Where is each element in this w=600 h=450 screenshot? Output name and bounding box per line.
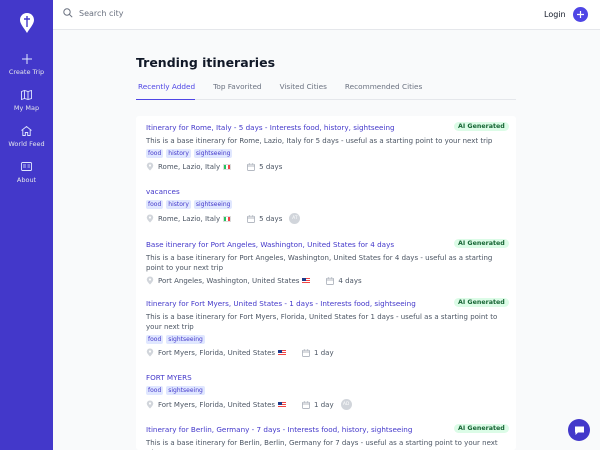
ai-generated-badge: AI Generated (454, 298, 509, 307)
itinerary-duration: 5 days (259, 162, 283, 171)
location-pin-icon (146, 214, 154, 223)
sidebar-item-my-map[interactable]: My Map (0, 86, 53, 114)
us-flag-icon (278, 349, 287, 356)
itinerary-duration: 1 day (314, 400, 334, 409)
itinerary-meta: Port Angeles, Washington, United States … (146, 276, 362, 285)
itinerary-meta: Fort Myers, Florida, United States 1 day (146, 348, 334, 357)
itinerary-title[interactable]: Base itinerary for Port Angeles, Washing… (146, 240, 394, 249)
itinerary-card[interactable]: Itinerary for Berlin, Germany - 7 days -… (136, 424, 516, 450)
us-flag-icon (278, 401, 287, 408)
itinerary-meta: Rome, Lazio, Italy 5 days (146, 162, 282, 171)
avatar[interactable]: AD (340, 399, 352, 410)
itinerary-card[interactable]: Base itinerary for Port Angeles, Washing… (136, 239, 516, 290)
itinerary-title[interactable]: Itinerary for Fort Myers, United States … (146, 299, 416, 308)
tag[interactable]: sightseeing (166, 335, 205, 344)
itinerary-location: Fort Myers, Florida, United States (158, 400, 276, 409)
chat-bubble-icon (574, 426, 584, 435)
sidebar-item-label: Create Trip (8, 67, 45, 76)
itinerary-location: Port Angeles, Washington, United States (158, 276, 300, 285)
itinerary-title[interactable]: Itinerary for Rome, Italy - 5 days - Int… (146, 123, 395, 132)
sidebar-item-label: About (16, 175, 37, 184)
tag[interactable]: food (146, 149, 164, 158)
itinerary-title[interactable]: FORT MYERS (146, 373, 192, 382)
tag[interactable]: food (146, 335, 164, 344)
tag[interactable]: history (166, 149, 191, 158)
itinerary-location: Rome, Lazio, Italy (158, 214, 221, 223)
itinerary-description: This is a base itinerary for Berlin, Ber… (146, 439, 498, 450)
tag[interactable]: sightseeing (193, 149, 233, 158)
itinerary-card[interactable]: Itinerary for Fort Myers, United States … (136, 298, 516, 359)
itinerary-description: This is a base itinerary for Rome, Lazio… (146, 137, 493, 145)
login-link[interactable]: Login (544, 10, 566, 19)
plus-icon (577, 11, 584, 18)
us-flag-icon (302, 277, 311, 284)
ai-generated-badge: AI Generated (454, 122, 509, 131)
chat-button[interactable] (568, 419, 590, 441)
sidebar-item-create-trip[interactable]: Create Trip (0, 50, 53, 78)
tag[interactable]: history (166, 200, 191, 209)
location-pin-icon (146, 276, 154, 285)
search-input[interactable] (79, 8, 279, 18)
location-pin-icon (146, 400, 154, 409)
itinerary-duration: 4 days (338, 276, 362, 285)
search-bar[interactable] (63, 8, 279, 18)
calendar-icon (247, 214, 255, 223)
tag[interactable]: food (146, 200, 164, 209)
tag-list: food sightseeing (146, 386, 208, 395)
map-icon (21, 89, 33, 101)
tab-visited-cities[interactable]: Visited Cities (280, 78, 327, 100)
logo-pin-icon (19, 13, 34, 33)
calendar-icon (247, 162, 255, 171)
location-pin-icon (146, 162, 154, 171)
itinerary-location: Rome, Lazio, Italy (158, 162, 221, 171)
itinerary-card[interactable]: Itinerary for Rome, Italy - 5 days - Int… (136, 122, 516, 183)
italy-flag-icon (223, 163, 232, 170)
tag[interactable]: food (146, 386, 164, 395)
tab-top-favorited[interactable]: Top Favorited (213, 78, 261, 100)
calendar-icon (302, 400, 310, 409)
tag[interactable]: sightseeing (193, 200, 233, 209)
itinerary-description: This is a base itinerary for Port Angele… (146, 254, 493, 272)
calendar-icon (326, 276, 335, 285)
calendar-icon (302, 348, 310, 357)
italy-flag-icon (223, 215, 232, 222)
itinerary-title[interactable]: Itinerary for Berlin, Germany - 7 days -… (146, 425, 412, 434)
top-header: Login (53, 0, 600, 30)
home-icon (21, 125, 33, 137)
itinerary-list: Itinerary for Rome, Italy - 5 days - Int… (136, 116, 516, 450)
main-content: Trending itineraries Recently Added Top … (53, 30, 600, 450)
location-pin-icon (146, 348, 154, 357)
itinerary-location: Fort Myers, Florida, United States (158, 348, 276, 357)
search-icon (63, 8, 73, 18)
tab-recently-added[interactable]: Recently Added (136, 78, 196, 100)
itinerary-card[interactable]: vacances food history sightseeing Rome, … (136, 187, 516, 231)
ai-generated-badge: AI Generated (454, 424, 509, 433)
itinerary-description: This is a base itinerary for Fort Myers,… (146, 313, 498, 331)
tag-list: food history sightseeing (146, 200, 235, 209)
page-title: Trending itineraries (136, 55, 276, 70)
itinerary-duration: 1 day (314, 348, 334, 357)
sidebar-item-label: My Map (13, 103, 40, 112)
sidebar-item-label: World Feed (8, 139, 45, 148)
sidebar-item-world-feed[interactable]: World Feed (0, 122, 53, 150)
plus-icon (21, 53, 33, 65)
sidebar: Create Trip My Map World Feed About (0, 0, 53, 450)
tab-recommended-cities[interactable]: Recommended Cities (345, 78, 422, 100)
tab-bar: Recently Added Top Favorited Visited Cit… (136, 78, 516, 100)
itinerary-duration: 5 days (259, 214, 283, 223)
itinerary-card[interactable]: FORT MYERS food sightseeing Fort Myers, … (136, 373, 516, 417)
itinerary-meta: Rome, Lazio, Italy 5 days AT (146, 213, 301, 224)
sidebar-item-about[interactable]: About (0, 158, 53, 186)
add-trip-button[interactable] (573, 7, 588, 22)
ai-generated-badge: AI Generated (454, 239, 509, 248)
tag-list: food sightseeing (146, 335, 208, 344)
avatar[interactable]: AT (289, 213, 301, 224)
itinerary-meta: Fort Myers, Florida, United States 1 day… (146, 399, 352, 410)
logo[interactable] (0, 2, 53, 44)
id-card-icon (21, 161, 33, 173)
itinerary-title[interactable]: vacances (146, 187, 180, 196)
tag-list: food history sightseeing (146, 149, 235, 158)
tag[interactable]: sightseeing (166, 386, 205, 395)
